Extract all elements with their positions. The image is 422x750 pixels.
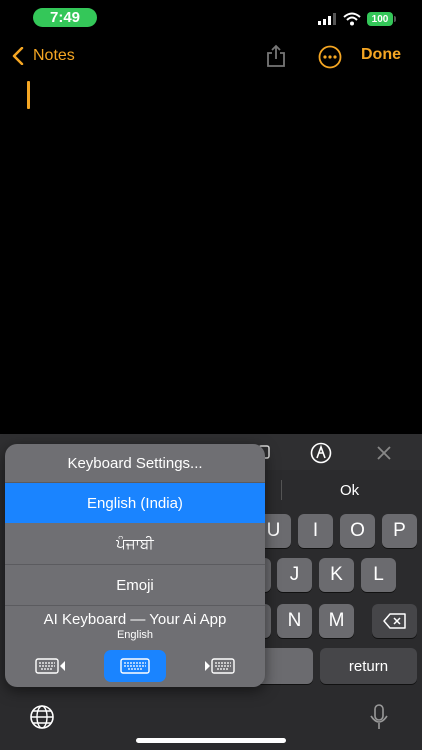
menu-item-sublabel: English xyxy=(116,629,154,641)
key-n[interactable]: N xyxy=(277,604,312,638)
menu-item-label: AI Keyboard — Your Ai App xyxy=(43,611,227,628)
back-button[interactable]: Notes xyxy=(12,44,75,68)
microphone-icon[interactable] xyxy=(370,704,388,730)
key-p[interactable]: P xyxy=(382,514,417,548)
keyboard-full-button[interactable] xyxy=(104,650,166,682)
key-j[interactable]: J xyxy=(277,558,312,592)
keyboard-left-icon xyxy=(35,658,65,674)
return-key[interactable]: return xyxy=(320,648,417,684)
wifi-icon xyxy=(343,12,361,26)
cellular-signal-icon xyxy=(318,13,336,25)
home-indicator xyxy=(136,738,286,743)
menu-item-english-india[interactable]: English (India) xyxy=(5,483,265,523)
key-l[interactable]: L xyxy=(361,558,396,592)
globe-icon[interactable] xyxy=(29,704,55,730)
key-m[interactable]: M xyxy=(319,604,354,638)
share-icon[interactable] xyxy=(265,44,287,68)
keyboard-icon xyxy=(120,658,150,674)
suggestion-divider xyxy=(281,480,282,500)
text-cursor xyxy=(27,81,30,109)
menu-item-punjabi[interactable]: ਪੰਜਾਬੀ xyxy=(5,524,265,565)
more-options-icon[interactable] xyxy=(318,45,342,69)
chevron-left-icon xyxy=(12,47,24,65)
key-o[interactable]: O xyxy=(340,514,375,548)
keyboard-right-button[interactable] xyxy=(201,650,237,682)
menu-item-label: English (India) xyxy=(87,494,183,512)
menu-item-label: Keyboard Settings... xyxy=(67,454,203,472)
delete-key[interactable] xyxy=(372,604,417,638)
battery-tip xyxy=(394,16,396,22)
key-i[interactable]: I xyxy=(298,514,333,548)
backspace-icon xyxy=(382,613,406,629)
suggestion-ok[interactable]: Ok xyxy=(340,482,359,499)
keyboard-left-button[interactable] xyxy=(33,650,69,682)
menu-item-label: Emoji xyxy=(116,576,154,594)
keyboard-switcher-menu: Keyboard Settings... English (India) ਪੰਜ… xyxy=(5,444,265,687)
close-toolbar-icon[interactable] xyxy=(376,445,392,461)
done-button[interactable]: Done xyxy=(361,46,401,64)
menu-item-keyboard-settings[interactable]: Keyboard Settings... xyxy=(5,444,265,483)
markup-pen-icon[interactable] xyxy=(310,442,332,464)
keyboard-right-icon xyxy=(205,658,235,674)
back-button-label: Notes xyxy=(33,47,75,64)
menu-item-emoji[interactable]: Emoji xyxy=(5,565,265,606)
menu-item-label: ਪੰਜਾਬੀ xyxy=(116,535,154,553)
menu-item-ai-keyboard[interactable]: AI Keyboard — Your Ai App English xyxy=(5,606,265,646)
status-time: 7:49 xyxy=(33,8,97,27)
key-k[interactable]: K xyxy=(319,558,354,592)
battery-indicator: 100 xyxy=(367,12,393,26)
